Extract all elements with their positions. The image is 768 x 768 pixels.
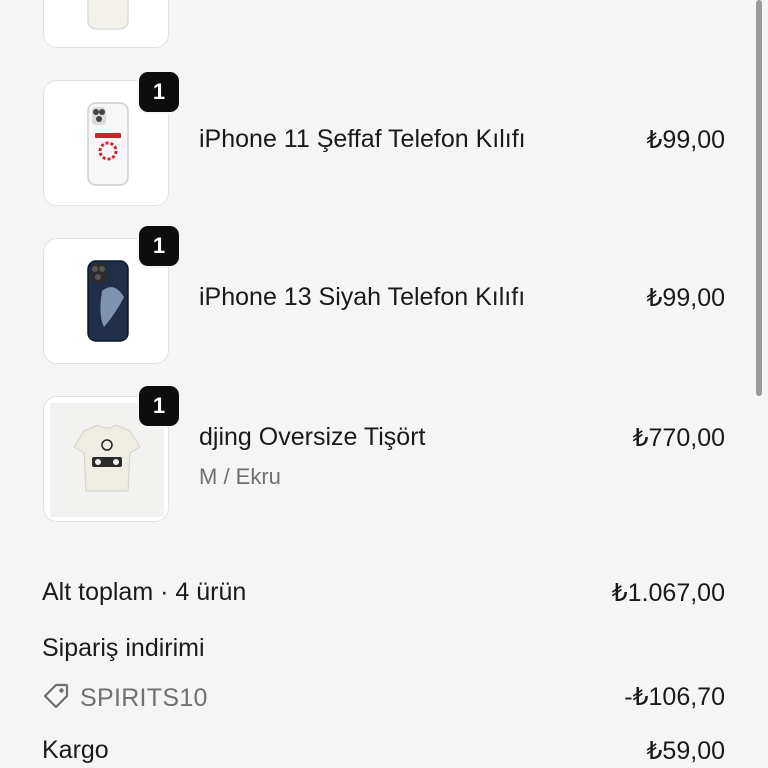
product-price: ₺99,00 (646, 284, 725, 312)
quantity-badge: 1 (139, 386, 179, 426)
product-price: ₺770,00 (632, 424, 725, 452)
quantity-badge: 1 (139, 226, 179, 266)
discount-code: SPIRITS10 (42, 682, 208, 715)
quantity-badge: 1 (139, 72, 179, 112)
product-thumbnail (43, 0, 169, 48)
shipping-value: ₺59,00 (646, 737, 725, 765)
scrollbar[interactable] (756, 0, 762, 396)
product-name: iPhone 13 Siyah Telefon Kılıfı (199, 283, 526, 311)
subtotal-label: Alt toplam · 4 ürün (42, 578, 247, 606)
discount-code-text: SPIRITS10 (80, 684, 208, 712)
tag-icon (42, 682, 70, 715)
shipping-label: Kargo (42, 736, 109, 764)
discount-label: Sipariş indirimi (42, 634, 205, 662)
product-name: iPhone 11 Şeffaf Telefon Kılıfı (199, 125, 526, 153)
product-variant: M / Ekru (199, 464, 281, 489)
product-price: ₺99,00 (646, 126, 725, 154)
order-summary: 1 iPhone 11 Şeffaf Telefon Kılıfı ₺99,00… (0, 0, 768, 768)
product-name: djing Oversize Tişört (199, 423, 426, 451)
subtotal-value: ₺1.067,00 (611, 579, 725, 607)
discount-value: -₺106,70 (624, 683, 725, 711)
